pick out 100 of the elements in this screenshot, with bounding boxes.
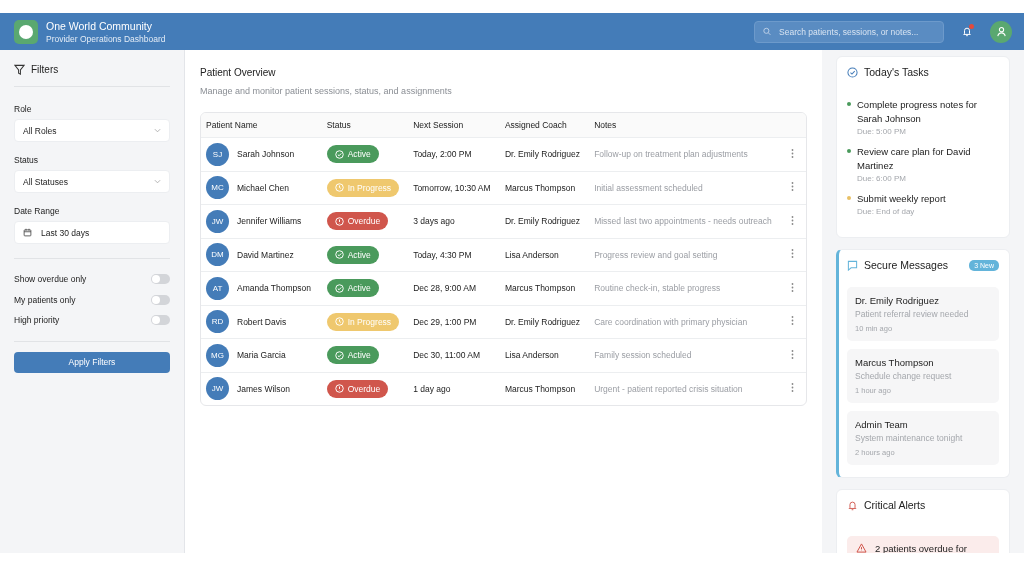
task-due: Due: End of day [857,207,916,216]
toggle-switch[interactable] [151,315,170,326]
filter-label: Role [14,104,33,114]
coach-cell: Lisa Anderson [499,339,590,373]
coach-cell: Marcus Thompson [499,272,590,306]
more-icon[interactable] [791,249,794,259]
check-circle-icon [334,250,344,260]
patient-avatar: RD [206,310,229,334]
card-title: Secure Messages [864,259,950,271]
coach-cell: Marcus Thompson [499,171,590,205]
toggle-switch[interactable] [151,274,170,285]
column-header: Notes [589,113,786,138]
search-field[interactable]: Search patients, sessions, or notes... [777,25,935,38]
task-text: Review care plan for David Martinez [857,145,972,173]
date-range-field[interactable]: Last 30 days [14,221,170,244]
coach-cell: Lisa Anderson [499,238,590,272]
app-logo [14,19,38,44]
more-icon[interactable] [791,282,794,292]
status-badge: Overdue [326,212,389,231]
column-header: Assigned Coach [499,113,590,138]
task-due: Due: 6:00 PM [857,174,907,183]
clock-icon [334,183,344,193]
patient-name: Michael Chen [237,182,289,193]
toggle-switch[interactable] [151,294,170,305]
patient-name: Amanda Thompson [237,283,312,294]
clock-icon [334,317,344,327]
status-badge: Active [326,245,379,264]
more-icon[interactable] [791,349,794,359]
patient-avatar: DM [206,243,229,267]
notes-cell: Missed last two appointments - needs outreach [589,205,786,239]
column-header: Patient Name [201,113,322,138]
warning-icon [856,543,867,553]
more-icon[interactable] [791,182,794,192]
next-session-cell: Today, 2:00 PM [408,138,500,172]
next-session-cell: Dec 30, 11:00 AM [408,339,500,373]
coach-cell: Dr. Emily Rodriguez [499,305,590,339]
patient-name: Maria Garcia [237,350,286,361]
coach-cell: Dr. Emily Rodriguez [499,138,590,172]
notes-cell-text: Urgent - patient reported crisis situation [593,382,744,396]
task-text: Complete progress notes for Sarah Johnson [857,98,978,126]
more-icon[interactable] [791,215,794,225]
filter-label: Status [14,155,40,165]
patient-avatar: SJ [206,142,229,166]
section-title: Patient Overview [200,67,277,78]
next-session-cell: Today, 4:30 PM [408,238,500,272]
more-icon[interactable] [791,148,794,158]
patient-name: James Wilson [237,383,290,394]
patient-avatar: JW [206,377,229,401]
card-title: Today's Tasks [864,66,930,78]
next-session-cell: 3 days ago [408,205,500,239]
dropdown[interactable]: All Roles [14,119,170,142]
section-subtitle: Manage and monitor patient sessions, status, and assignments [200,86,453,96]
status-badge: Active [326,346,379,365]
alert-circle-icon [334,384,344,394]
patient-name: David Martinez [237,249,294,260]
toggle-label: Show overdue only [14,274,87,285]
status-badge: Active [326,145,379,164]
bell-icon [847,499,858,511]
more-icon[interactable] [791,383,794,393]
bell-icon [962,26,972,37]
coach-cell-text: Marcus Thompson [503,382,577,396]
search-icon [763,27,772,36]
status-badge: In Progress [326,312,400,331]
notifications-button[interactable] [962,26,972,37]
check-circle-icon [847,66,858,78]
check-circle-icon [334,283,344,293]
search-bar[interactable]: Search patients, sessions, or notes... [754,20,944,43]
patient-name: Robert Davis [237,316,287,327]
task-text: Submit weekly report [857,192,946,206]
patient-avatar: JW [206,209,229,233]
chevron-down-icon [154,128,161,133]
status-badge: In Progress [326,178,400,197]
notes-cell: Routine check-in, stable progress [589,272,786,306]
patient-avatar: MG [206,343,229,367]
check-circle-icon [334,149,344,159]
notes-cell: Progress review and goal setting [589,238,786,272]
filter-icon [14,64,25,75]
notes-cell: Follow-up on treatment plan adjustments [589,138,786,172]
patient-name: Sarah Johnson [237,149,295,160]
check-circle-icon [334,350,344,360]
user-avatar[interactable] [990,20,1012,43]
alert-circle-icon [334,216,344,226]
card-title: Critical Alerts [864,499,927,511]
status-badge: Overdue [326,379,389,398]
next-session-cell: Dec 29, 1:00 PM [408,305,500,339]
patient-name: Jennifer Williams [237,216,302,227]
next-session-cell: Tomorrow, 10:30 AM [408,171,500,205]
notes-cell: Care coordination with primary physician [589,305,786,339]
task-due: Due: 5:00 PM [857,127,907,136]
chevron-down-icon [154,179,161,184]
patient-avatar: MC [206,176,229,200]
app-title: One World Community [46,19,153,32]
filters-title: Filters [31,64,59,75]
column-header: Next Session [408,113,500,138]
filter-label: Date Range [14,206,61,216]
patient-avatar: AT [206,276,229,300]
apply-filters-button[interactable]: Apply Filters [14,351,170,373]
dropdown[interactable]: All Statuses [14,170,170,193]
more-icon[interactable] [791,316,794,326]
user-icon [995,26,1007,37]
